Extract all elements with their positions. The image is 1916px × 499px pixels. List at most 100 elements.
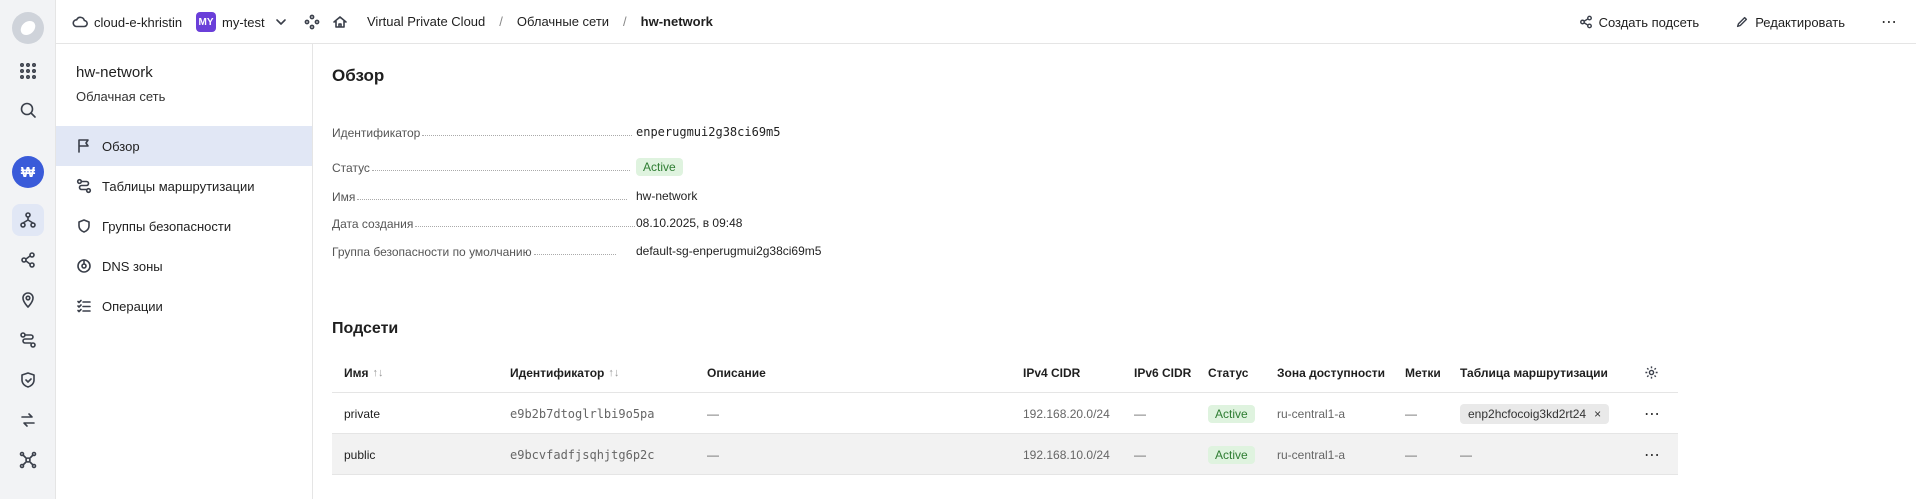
edit-button[interactable]: Редактировать	[1735, 15, 1845, 30]
subnets-heading: Подсети	[332, 320, 399, 337]
column-label: Идентификатор	[510, 365, 605, 380]
field-id: Идентификатор enperugmui2g38ci69m5	[332, 120, 1232, 140]
overview-heading: Обзор	[332, 66, 385, 85]
field-label: Имя	[332, 190, 356, 204]
avatar[interactable]: ₩	[12, 156, 44, 188]
create-subnet-button[interactable]: Создать подсеть	[1579, 15, 1699, 30]
icon-rail: ₩	[0, 0, 56, 499]
dns-icon	[77, 259, 91, 273]
table-header: Имя ↑↓ Идентификатор ↑↓ Описание IPv4 CIDR…	[332, 352, 1678, 393]
breadcrumb-current: hw-network	[640, 14, 713, 29]
table-row[interactable]: private e9b2b7dtoglrlbi9o5pa — 192.168.2…	[332, 393, 1678, 434]
row-actions-button[interactable]: ⋯	[1644, 434, 1661, 475]
sidebar-item-label: Группы безопасности	[102, 218, 232, 234]
column-label: Имя	[344, 365, 369, 380]
sort-icon[interactable]: ↑↓	[373, 367, 384, 379]
column-name[interactable]: Имя ↑↓	[344, 352, 384, 393]
avatar-initial: ₩	[20, 163, 36, 181]
sort-icon[interactable]: ↑↓	[608, 367, 619, 379]
column-route-table: Таблица маршрутизации	[1460, 365, 1608, 380]
route-icon[interactable]	[12, 324, 44, 356]
resource-title: hw-network	[76, 64, 153, 81]
subnet-labels: —	[1405, 447, 1417, 462]
subnets-table: Имя ↑↓ Идентификатор ↑↓ Описание IPv4 CIDR…	[332, 352, 1678, 475]
share-nodes-icon	[1579, 15, 1592, 29]
share-nodes-icon[interactable]	[12, 244, 44, 276]
shield-icon[interactable]	[12, 364, 44, 396]
folder-selector[interactable]: MY my-test	[196, 12, 289, 32]
subnet-id: e9bcvfadfjsqhjtg6p2c	[510, 447, 655, 462]
created-date-value: 08.10.2025, в 09:48	[636, 216, 743, 230]
status-badge: Active	[1208, 445, 1255, 464]
sidebar-item-route-tables[interactable]: Таблицы маршрутизации	[56, 166, 312, 206]
home-button[interactable]	[332, 14, 348, 30]
default-security-group-link[interactable]: default-sg-enperugmui2g38ci69m5	[636, 244, 821, 258]
table-settings-button[interactable]	[1644, 352, 1659, 393]
column-zone: Зона доступности	[1277, 365, 1386, 380]
field-label: Статус	[332, 161, 370, 175]
table-row[interactable]: public e9bcvfadfjsqhjtg6p2c — 192.168.10…	[332, 434, 1678, 475]
network-name-value: hw-network	[636, 189, 698, 203]
breadcrumb-separator: /	[499, 14, 503, 29]
resource-type: Облачная сеть	[76, 89, 166, 104]
services-grid-icon[interactable]	[12, 55, 44, 87]
subnet-name[interactable]: private	[344, 393, 380, 434]
sidebar-item-dns-zones[interactable]: DNS зоны	[56, 246, 312, 286]
main-content: Обзор Идентификатор enperugmui2g38ci69m5…	[332, 44, 1892, 499]
sidebar-item-label: Обзор	[102, 138, 140, 154]
list-icon	[77, 299, 91, 313]
topbar-actions: Создать подсеть Редактировать ⋯	[1579, 0, 1916, 44]
top-bar: cloud-e-khristin MY my-test Virtual Priv…	[56, 0, 1916, 44]
field-label: Группа безопасности по умолчанию	[332, 245, 532, 259]
service-icon-button[interactable]	[304, 14, 320, 30]
route-icon	[76, 178, 92, 194]
chevron-down-icon	[275, 19, 286, 25]
sidebar-item-operations[interactable]: Операции	[56, 286, 312, 326]
leader-dots	[422, 135, 633, 136]
sidebar-item-label: Операции	[102, 298, 163, 314]
breadcrumb-networks[interactable]: Облачные сети	[517, 14, 609, 29]
network-id-value[interactable]: enperugmui2g38ci69m5	[636, 125, 781, 139]
folder-badge: MY	[196, 12, 216, 32]
column-id[interactable]: Идентификатор ↑↓	[510, 352, 619, 393]
subnet-ipv4: 192.168.20.0/24	[1023, 406, 1110, 421]
pencil-icon	[1737, 16, 1748, 28]
field-status: Статус Active	[332, 155, 1232, 176]
cloud-icon	[72, 16, 88, 28]
search-icon[interactable]	[12, 94, 44, 126]
field-created: Дата создания 08.10.2025, в 09:48	[332, 211, 1232, 231]
subnet-id: e9b2b7dtoglrlbi9o5pa	[510, 406, 655, 421]
field-default-sg: Группа безопасности по умолчанию default…	[332, 239, 1232, 259]
subnet-name[interactable]: public	[344, 434, 375, 475]
folder-name: my-test	[222, 14, 265, 30]
field-label: Идентификатор	[332, 126, 421, 140]
column-description: Описание	[707, 365, 766, 380]
sidebar-item-label: Таблицы маршрутизации	[102, 178, 255, 194]
leader-dots	[371, 170, 630, 171]
home-icon	[333, 16, 347, 28]
subnet-ipv6: —	[1134, 406, 1146, 421]
subnet-labels: —	[1405, 406, 1417, 421]
location-icon[interactable]	[12, 284, 44, 316]
subnet-zone: ru-central1-a	[1277, 447, 1346, 462]
cloud-selector[interactable]: cloud-e-khristin	[72, 14, 182, 30]
close-icon[interactable]: ×	[1594, 407, 1601, 421]
cloud-logo-icon[interactable]	[12, 12, 44, 44]
sidebar-item-overview[interactable]: Обзор	[56, 126, 312, 166]
more-actions-button[interactable]: ⋯	[1881, 12, 1898, 32]
sidebar-item-security-groups[interactable]: Группы безопасности	[56, 206, 312, 246]
column-labels: Метки	[1405, 365, 1441, 380]
edit-label: Редактировать	[1755, 14, 1845, 30]
cloud-name: cloud-e-khristin	[94, 14, 183, 30]
route-table-tag[interactable]: enp2hcfocoig3kd2rt24 ×	[1460, 403, 1610, 424]
field-label: Дата создания	[332, 217, 414, 231]
subnet-ipv4: 192.168.10.0/24	[1023, 447, 1110, 462]
breadcrumb-vpc[interactable]: Virtual Private Cloud	[367, 14, 485, 29]
network-nodes-icon[interactable]	[12, 444, 44, 476]
route-table-id: —	[1460, 447, 1472, 462]
row-actions-button[interactable]: ⋯	[1644, 393, 1661, 434]
transfer-icon[interactable]	[12, 404, 44, 436]
subnet-ipv6: —	[1134, 447, 1146, 462]
vpc-network-icon[interactable]	[12, 204, 44, 236]
column-ipv4: IPv4 CIDR	[1023, 365, 1081, 380]
